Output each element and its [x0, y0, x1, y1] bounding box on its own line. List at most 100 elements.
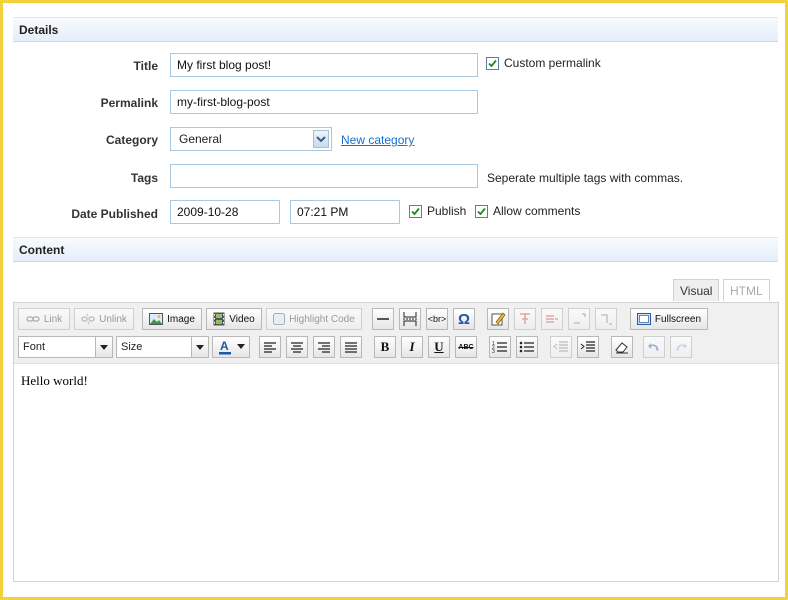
superscript-icon: [574, 313, 586, 324]
date-input[interactable]: [170, 200, 280, 224]
category-selected-value: General: [179, 132, 222, 146]
ordered-list-icon: 123: [492, 341, 507, 354]
tab-html[interactable]: HTML: [723, 279, 770, 301]
custom-permalink-checkbox-group[interactable]: Custom permalink: [486, 56, 601, 70]
indent-button[interactable]: [577, 336, 599, 358]
font-dropdown-arrow-icon[interactable]: [95, 337, 112, 357]
pencil-note-icon: [491, 312, 506, 326]
page-break-button[interactable]: [399, 308, 421, 330]
align-justify-icon: [345, 342, 357, 353]
align-justify-button[interactable]: [340, 336, 362, 358]
chevron-down-icon: [237, 344, 245, 349]
bold-button[interactable]: B: [374, 336, 396, 358]
svg-text:A: A: [220, 339, 229, 353]
allow-comments-checkbox-group[interactable]: Allow comments: [475, 204, 580, 218]
align-right-button[interactable]: [313, 336, 335, 358]
insert-row-before-button[interactable]: [514, 308, 536, 330]
image-button[interactable]: Image: [142, 308, 202, 330]
edit-button[interactable]: [487, 308, 509, 330]
table-row-icon: [520, 313, 530, 324]
subscript-button[interactable]: [595, 308, 617, 330]
undo-button[interactable]: [643, 336, 665, 358]
permalink-label: Permalink: [100, 96, 158, 110]
unlink-icon: [81, 313, 95, 325]
link-label: Link: [43, 313, 63, 325]
unlink-button[interactable]: Unlink: [74, 308, 134, 330]
link-button[interactable]: Link: [18, 308, 70, 330]
special-char-button[interactable]: Ω: [453, 308, 475, 330]
align-right-icon: [318, 342, 330, 353]
svg-text:3: 3: [492, 349, 495, 354]
image-label: Image: [167, 313, 195, 325]
code-icon: [273, 313, 286, 325]
horizontal-rule-icon: [377, 318, 389, 320]
tags-hint: Seperate multiple tags with commas.: [487, 171, 684, 185]
strikethrough-button[interactable]: ABC: [455, 336, 477, 358]
ordered-list-button[interactable]: 123: [489, 336, 511, 358]
fullscreen-label: Fullscreen: [654, 313, 702, 325]
allow-comments-checkbox[interactable]: [475, 204, 488, 218]
font-selected: Font: [23, 341, 46, 353]
size-dropdown-arrow-icon[interactable]: [191, 337, 208, 357]
new-category-link[interactable]: New category: [341, 133, 414, 147]
content-section-header: Content: [13, 237, 778, 262]
custom-permalink-label: Custom permalink: [504, 56, 601, 70]
text-color-button[interactable]: A: [212, 336, 250, 358]
font-family-select[interactable]: Font: [18, 336, 113, 358]
editor-toolbar: Link Unlink Image Video Highlight Code <…: [14, 303, 778, 364]
unordered-list-button[interactable]: [516, 336, 538, 358]
subscript-icon: [601, 314, 612, 325]
outdent-button[interactable]: [550, 336, 572, 358]
permalink-input[interactable]: [170, 90, 478, 114]
chevron-down-icon[interactable]: [313, 130, 329, 148]
custom-permalink-checkbox[interactable]: [486, 56, 499, 70]
size-selected: Size: [121, 341, 143, 353]
fullscreen-button[interactable]: Fullscreen: [630, 308, 708, 330]
align-left-icon: [264, 342, 276, 353]
image-icon: [149, 313, 164, 325]
horizontal-rule-button[interactable]: [372, 308, 394, 330]
film-icon: [213, 312, 225, 326]
insert-row-after-button[interactable]: [541, 308, 563, 330]
publish-checkbox-group[interactable]: Publish: [409, 204, 466, 218]
align-center-button[interactable]: [286, 336, 308, 358]
title-input[interactable]: [170, 53, 478, 77]
undo-icon: [648, 343, 659, 351]
allow-comments-label: Allow comments: [493, 204, 581, 218]
title-label: Title: [133, 59, 158, 73]
outdent-icon: [553, 341, 568, 352]
highlight-code-label: Highlight Code: [289, 313, 355, 325]
font-size-select[interactable]: Size: [116, 336, 209, 358]
align-left-button[interactable]: [259, 336, 281, 358]
category-select[interactable]: General: [170, 127, 332, 151]
underline-button[interactable]: U: [428, 336, 450, 358]
publish-label: Publish: [427, 204, 467, 218]
editor-content[interactable]: Hello world!: [21, 373, 88, 389]
eraser-icon: [615, 342, 628, 354]
publish-checkbox[interactable]: [409, 204, 422, 218]
superscript-button[interactable]: [568, 308, 590, 330]
italic-button[interactable]: I: [401, 336, 423, 358]
text-color-icon: A: [219, 339, 231, 355]
indent-icon: [580, 341, 595, 352]
remove-format-button[interactable]: [611, 336, 633, 358]
category-label: Category: [105, 133, 158, 147]
date-published-label: Date Published: [71, 207, 158, 221]
highlight-code-button[interactable]: Highlight Code: [266, 308, 362, 330]
content-section-title: Content: [19, 243, 65, 257]
redo-button[interactable]: [670, 336, 692, 358]
details-section-title: Details: [19, 23, 59, 37]
tags-input[interactable]: [170, 164, 478, 188]
br-button[interactable]: <br>: [426, 308, 448, 330]
unlink-label: Unlink: [99, 313, 127, 325]
time-input[interactable]: [290, 200, 400, 224]
unordered-list-icon: [519, 341, 534, 353]
tags-label: Tags: [130, 171, 158, 185]
details-section-header: Details: [13, 17, 778, 42]
page-break-icon: [403, 312, 417, 326]
tab-visual[interactable]: Visual: [673, 279, 720, 301]
rich-text-editor[interactable]: Link Unlink Image Video Highlight Code <…: [13, 302, 779, 582]
table-row-after-icon: [546, 315, 558, 323]
video-button[interactable]: Video: [206, 308, 262, 330]
redo-icon: [676, 343, 687, 351]
